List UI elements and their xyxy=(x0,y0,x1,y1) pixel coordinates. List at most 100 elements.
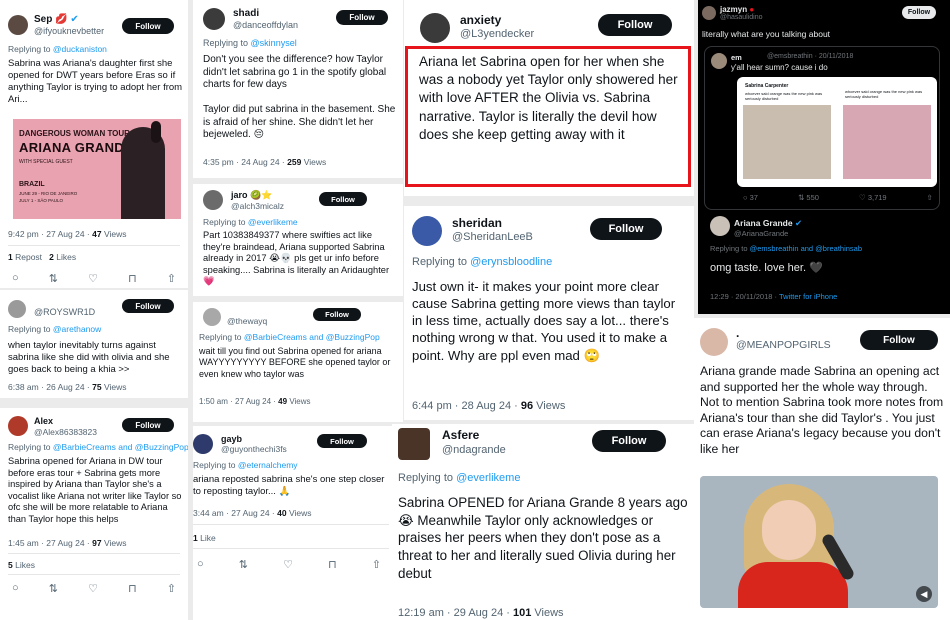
share-icon[interactable]: ⇧ xyxy=(167,272,176,285)
handle[interactable]: @guyonthechi3fs xyxy=(221,444,287,454)
like-icon[interactable]: ♡ xyxy=(283,558,293,571)
avatar[interactable] xyxy=(193,434,213,454)
display-name[interactable]: . xyxy=(736,326,739,340)
handle[interactable]: @danceoffdylan xyxy=(233,20,298,30)
repost-icon[interactable]: ⇅ xyxy=(798,193,804,202)
divider xyxy=(193,548,389,549)
follow-button[interactable]: Follow xyxy=(122,418,174,432)
handle[interactable]: @ndagrande xyxy=(442,444,506,456)
follow-button[interactable]: Follow xyxy=(902,6,936,19)
quote-media: Sabrina Carpenter whoever said orange wa… xyxy=(737,77,937,187)
handle[interactable]: @ROYSWR1D xyxy=(34,307,95,317)
display-name[interactable]: sheridan xyxy=(452,216,502,230)
display-name[interactable]: Sep 💋 ✔ xyxy=(34,14,79,25)
avatar[interactable] xyxy=(203,190,223,210)
handle[interactable]: @Alex86383823 xyxy=(34,427,97,437)
reply-icon[interactable]: ○ xyxy=(12,272,19,285)
follow-button[interactable]: Follow xyxy=(122,18,174,34)
bookmark-icon[interactable]: ⊓ xyxy=(128,272,137,285)
display-name[interactable]: anxiety xyxy=(460,13,501,27)
follow-button[interactable]: Follow xyxy=(313,308,361,321)
replying-to: Replying to @everlikeme xyxy=(203,217,298,227)
inner-text-1: whoever said orange was the new pink was… xyxy=(745,91,823,101)
avatar[interactable] xyxy=(412,216,442,246)
display-name[interactable]: gayb xyxy=(221,434,242,444)
handle[interactable]: @alch3micalz xyxy=(231,201,284,211)
tweet-meta: 4:35 pm · 24 Aug 24 · 259 Views xyxy=(203,157,327,167)
divider xyxy=(8,553,180,554)
follow-button[interactable]: Follow xyxy=(590,218,662,240)
handle[interactable]: @MEANPOPGIRLS xyxy=(736,339,831,351)
tweet-card-sheridan: sheridan @SheridanLeeB Follow Replying t… xyxy=(404,206,694,420)
display-name[interactable]: jazmyn ● xyxy=(720,5,754,14)
handle[interactable]: @hasaulidino xyxy=(720,14,763,21)
replying-to: Replying to @emsbreathin and @breathinsa… xyxy=(710,244,863,253)
tweet-card-gayb: gayb @guyonthechi3fs Follow Replying to … xyxy=(193,426,403,620)
share-icon[interactable]: ⇧ xyxy=(167,582,176,595)
follow-button[interactable]: Follow xyxy=(598,14,672,36)
avatar[interactable] xyxy=(398,428,430,460)
quoted-tweet[interactable]: em @emsbreathin · 20/11/2018 y'all hear … xyxy=(704,46,940,210)
follow-button[interactable]: Follow xyxy=(592,430,666,452)
repost-icon[interactable]: ⇅ xyxy=(239,558,248,571)
avatar[interactable] xyxy=(700,328,728,356)
like-icon[interactable]: ♡ xyxy=(859,193,866,202)
display-name: em xyxy=(731,53,742,62)
display-name[interactable]: shadi xyxy=(233,8,259,19)
follow-button[interactable]: Follow xyxy=(317,434,367,448)
tweet-text: when taylor inevitably turns against sab… xyxy=(8,340,170,375)
repost-icon[interactable]: ⇅ xyxy=(49,272,58,285)
replying-to: Replying to @eternalchemy xyxy=(193,460,298,470)
replying-to: Replying to @BarbieCreams and @BuzzingPo… xyxy=(8,442,188,452)
divider xyxy=(8,245,180,246)
follow-button[interactable]: Follow xyxy=(319,192,367,206)
avatar[interactable] xyxy=(702,6,716,20)
engagement-counts: 5 Likes xyxy=(8,560,35,570)
avatar[interactable] xyxy=(8,416,28,436)
follow-button[interactable]: Follow xyxy=(336,10,388,25)
avatar xyxy=(711,53,727,69)
handle[interactable]: @ifyouknevbetter xyxy=(34,26,104,36)
display-name[interactable]: Alex xyxy=(34,416,53,426)
verified-icon: ● xyxy=(749,5,755,14)
handle[interactable]: @ArianaGrande xyxy=(734,229,788,238)
handle[interactable]: @SheridanLeeB xyxy=(452,231,533,243)
avatar[interactable] xyxy=(203,308,221,326)
bookmark-icon[interactable]: ⊓ xyxy=(328,558,337,571)
poster-artist: ARIANA GRANDE xyxy=(19,140,133,155)
tweet-meta: 1:50 am · 27 Aug 24 · 49 Views xyxy=(199,397,311,406)
tweet-card-thewayq: @thewayq Follow Replying to @BarbieCream… xyxy=(193,302,403,422)
avatar[interactable] xyxy=(8,300,26,318)
share-icon[interactable]: ⇧ xyxy=(927,193,933,202)
handle[interactable]: @L3yendecker xyxy=(460,28,534,40)
video-thumbnail[interactable]: ◀ xyxy=(700,476,938,608)
display-name[interactable]: jaro 🥝⭐ xyxy=(231,190,272,201)
tweet-meta: 6:44 pm · 28 Aug 24 · 96 Views xyxy=(412,400,566,412)
repost-icon[interactable]: ⇅ xyxy=(49,582,58,595)
like-icon[interactable]: ♡ xyxy=(88,582,98,595)
follow-button[interactable]: Follow xyxy=(860,330,938,350)
follow-button[interactable]: Follow xyxy=(122,299,174,313)
divider xyxy=(193,524,389,525)
display-name[interactable]: Ariana Grande ✔ xyxy=(734,218,802,229)
share-icon[interactable]: ⇧ xyxy=(372,558,381,571)
reply-icon[interactable]: ○ xyxy=(743,193,748,202)
mute-icon[interactable]: ◀ xyxy=(916,586,932,602)
engagement-counts: 1 Repost 2 Likes xyxy=(8,252,77,262)
reply-icon[interactable]: ○ xyxy=(197,558,204,571)
action-bar: ○ ⇅ ♡ ⊓ ⇧ xyxy=(197,558,381,571)
avatar[interactable] xyxy=(710,216,730,236)
like-icon[interactable]: ♡ xyxy=(88,272,98,285)
bookmark-icon[interactable]: ⊓ xyxy=(128,582,137,595)
display-name[interactable]: Asfere xyxy=(442,428,479,442)
avatar[interactable] xyxy=(420,13,450,43)
avatar[interactable] xyxy=(203,8,225,30)
handle[interactable]: @thewayq xyxy=(227,316,267,326)
action-bar: ○ ⇅ ♡ ⊓ ⇧ xyxy=(12,272,176,285)
tour-poster-image[interactable]: DANGEROUS WOMAN TOUR ARIANA GRANDE WITH … xyxy=(13,119,181,219)
poster-date-2: JULY 1 - SÃO PAULO xyxy=(19,198,64,203)
tweet-text: Don't you see the difference? how Taylor… xyxy=(203,54,396,140)
reply-icon[interactable]: ○ xyxy=(12,582,19,595)
avatar[interactable] xyxy=(8,15,28,35)
tweet-card-roysw: @ROYSWR1D Follow Replying to @arethanow … xyxy=(0,290,188,398)
